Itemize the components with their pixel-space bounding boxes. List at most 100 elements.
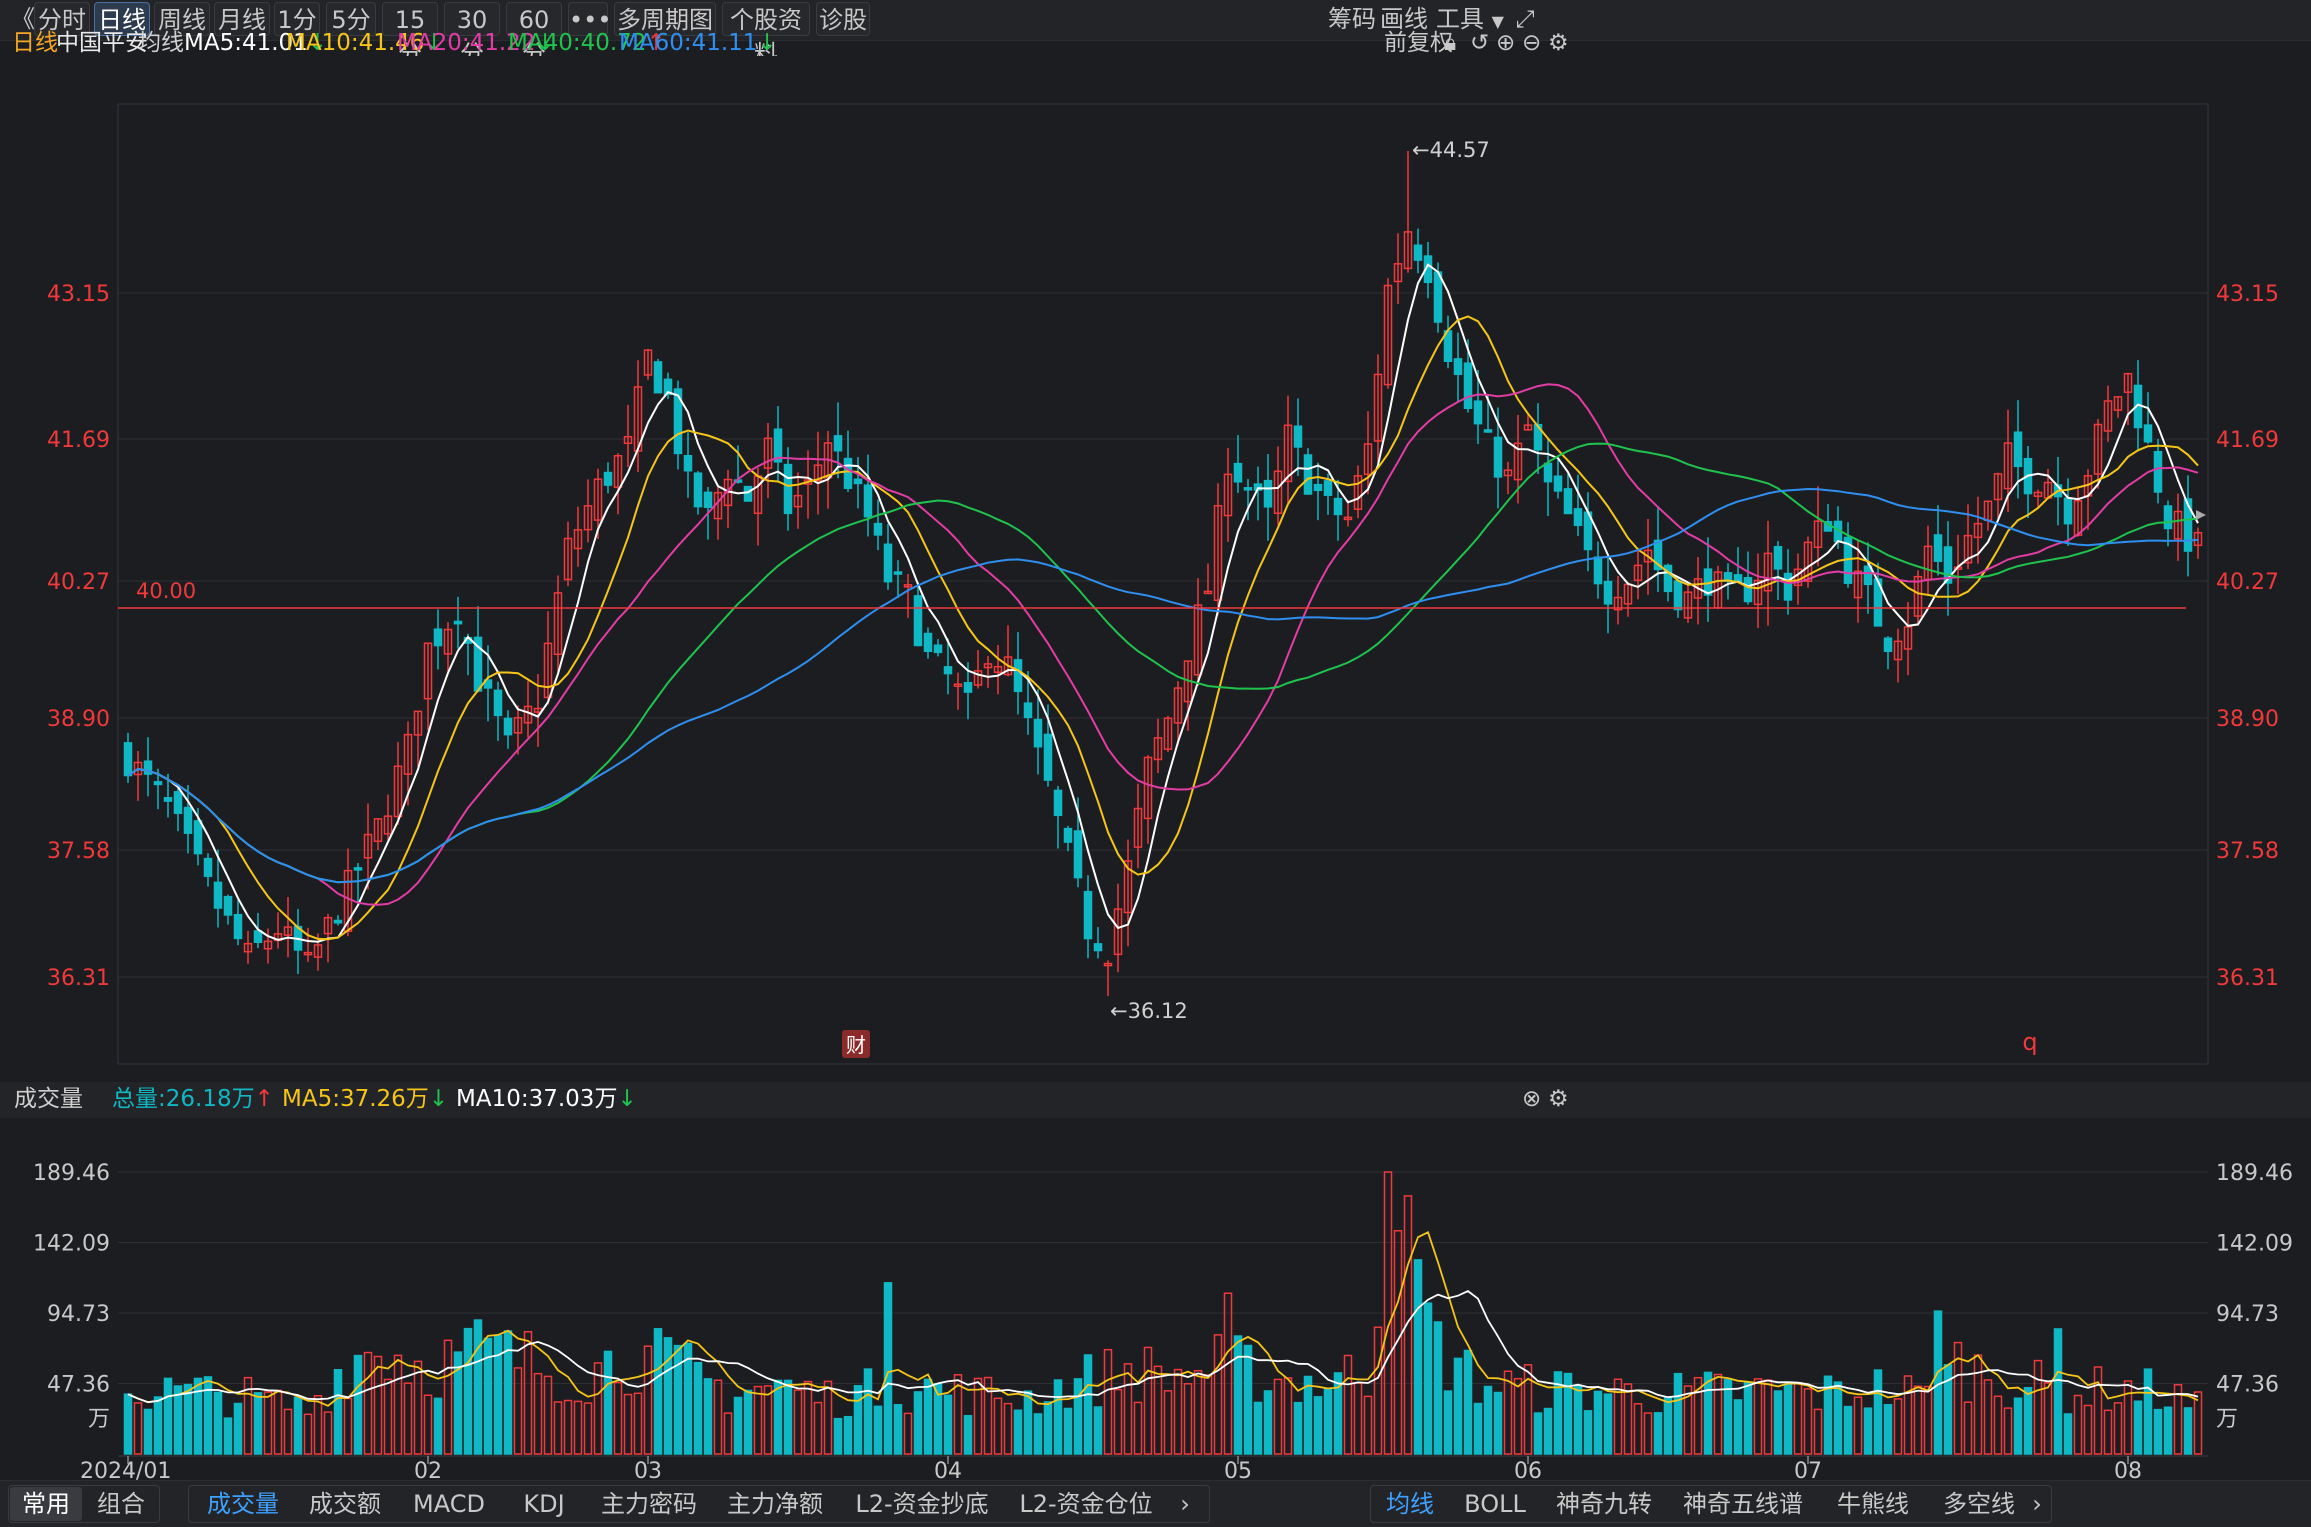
volume-bar-down <box>2013 1397 2023 1455</box>
tab-magic-nine[interactable]: 神奇九转 <box>1554 1487 1654 1521</box>
volume-bar-down <box>873 1405 883 1455</box>
volume-bar-down <box>2183 1407 2193 1455</box>
volume-tick-label: 189.46 <box>33 1161 110 1186</box>
candle-down <box>1303 448 1313 495</box>
caret-down-icon: ▼ <box>1491 12 1504 31</box>
tab-kdj[interactable]: KDJ <box>508 1487 580 1521</box>
volume-bar-down <box>1863 1407 1873 1455</box>
volume-bar-down <box>233 1402 243 1455</box>
candle-body <box>603 471 613 486</box>
volume-bar-down <box>2133 1400 2143 1455</box>
candle-body <box>1053 789 1063 817</box>
candle-body <box>1433 271 1443 323</box>
candle-body <box>213 881 223 909</box>
volume-bar-down <box>1883 1403 1893 1455</box>
tab-combo[interactable]: 组合 <box>86 1487 156 1521</box>
undo-icon[interactable]: ↺ <box>1470 32 1489 55</box>
tab-turnover[interactable]: 成交额 <box>302 1487 388 1521</box>
price-tick-label: 43.15 <box>2216 282 2279 307</box>
candle-body <box>223 895 233 916</box>
tab-long-short[interactable]: 多空线 <box>1936 1487 2022 1521</box>
candle-body <box>863 484 873 518</box>
adjust-label[interactable]: 前复权 <box>1384 32 1453 55</box>
volume-bar-down <box>1933 1310 1943 1455</box>
candle-body <box>493 689 503 717</box>
date-tick-label: 03 <box>634 1459 662 1480</box>
chevron-right-icon[interactable]: › <box>2024 1487 2050 1521</box>
volume-ma5-label: MA5:37.26万 <box>282 1086 429 1112</box>
diagnose-button[interactable]: 诊股 <box>816 2 870 36</box>
volume-title[interactable]: 成交量 <box>14 1088 83 1111</box>
candle-body <box>1603 580 1613 605</box>
candle-body <box>1783 572 1793 601</box>
candle-body <box>1593 556 1603 585</box>
volume-bar-down <box>1773 1390 1783 1455</box>
volume-bar-down <box>833 1417 843 1455</box>
volume-bar-down <box>293 1396 303 1455</box>
volume-tick-label: 47.36 <box>2216 1373 2279 1398</box>
candle-body <box>1023 702 1033 719</box>
volume-bar-down <box>1483 1385 1493 1455</box>
volume-bar-down <box>1053 1379 1063 1455</box>
volume-bar-down <box>1063 1407 1073 1455</box>
tab-main-net[interactable]: 主力净额 <box>720 1487 830 1521</box>
stock-name[interactable]: 中国平安 <box>56 32 148 55</box>
tab-l2-position[interactable]: L2-资金仓位 <box>1014 1487 1158 1521</box>
tab-macd[interactable]: MACD <box>406 1487 492 1521</box>
volume-chart[interactable]: 189.46 189.46 142.09 142.09 94.73 94.73 47.36 4… <box>0 1118 2311 1480</box>
ma-title[interactable]: 均线 <box>138 32 184 55</box>
tab-ma[interactable]: 均线 <box>1380 1487 1440 1521</box>
tab-common[interactable]: 常用 <box>10 1487 82 1521</box>
volume-bar-down <box>2143 1368 2153 1455</box>
candle-body <box>893 571 903 575</box>
price-tick-label: 40.27 <box>2216 570 2279 595</box>
volume-settings-gear-icon[interactable]: ⚙ <box>1548 1088 1569 1111</box>
candle-body <box>963 682 973 693</box>
volume-bar-down <box>1603 1393 1613 1455</box>
tab-l2-bottom[interactable]: L2-资金抄底 <box>850 1487 994 1521</box>
tab-main-password[interactable]: 主力密码 <box>594 1487 704 1521</box>
ma60-label: MA60:41.11 <box>619 30 758 56</box>
candle-body <box>1483 429 1493 433</box>
volume-bar-down <box>1303 1375 1313 1455</box>
volume-bar-down <box>123 1393 133 1455</box>
ma60-value: MA60:41.11↓ <box>619 30 777 56</box>
chevron-right-icon[interactable]: › <box>1170 1487 1200 1521</box>
price-tick-label: 38.90 <box>47 707 110 732</box>
volume-bar-down <box>1783 1384 1793 1455</box>
date-tick-label: 2024/01 <box>80 1459 171 1480</box>
volume-bar-down <box>183 1383 193 1455</box>
volume-tick-label: 142.09 <box>2216 1232 2293 1257</box>
volume-tick-label: 94.73 <box>2216 1302 2279 1327</box>
volume-unit-label: 万 <box>2216 1407 2238 1432</box>
date-tick-label: 08 <box>2114 1459 2142 1480</box>
close-icon[interactable]: ⊗ <box>1522 1088 1541 1111</box>
volume-bar-down <box>913 1391 923 1455</box>
tab-volume[interactable]: 成交量 <box>200 1487 286 1521</box>
price-chart[interactable]: 43.15 41.69 40.27 38.90 37.58 36.31 43.15 41.6… <box>0 56 2311 1080</box>
volume-bar-down <box>733 1396 743 1455</box>
candle-body <box>1453 358 1463 375</box>
volume-bar-down <box>143 1408 153 1455</box>
tab-magic-five[interactable]: 神奇五线谱 <box>1680 1487 1806 1521</box>
volume-bar-down <box>2153 1408 2163 1455</box>
candle-body <box>933 644 943 654</box>
zoom-in-icon[interactable]: ⊕ <box>1496 32 1515 55</box>
zoom-out-icon[interactable]: ⊖ <box>1522 32 1541 55</box>
lock-icon[interactable]: 🔒︎ <box>1444 32 1456 55</box>
tab-bull-bear[interactable]: 牛熊线 <box>1830 1487 1916 1521</box>
volume-total: 总量:26.18万↑ <box>112 1088 274 1111</box>
volume-bar-down <box>603 1350 613 1455</box>
price-tick-label: 38.90 <box>2216 707 2279 732</box>
tab-boll[interactable]: BOLL <box>1458 1487 1532 1521</box>
candle-body <box>1263 479 1273 508</box>
period-label: 日线 <box>12 30 58 56</box>
volume-bar-down <box>223 1417 233 1455</box>
price-tick-label: 36.31 <box>2216 966 2279 991</box>
price-tick-label: 37.58 <box>47 839 110 864</box>
settings-gear-icon[interactable]: ⚙ <box>1548 32 1569 55</box>
volume-bar-down <box>773 1379 783 1455</box>
price-tick-label: 41.69 <box>2216 428 2279 453</box>
candle-body <box>1333 497 1343 516</box>
chip-button[interactable]: 筹码 <box>1328 2 1376 36</box>
